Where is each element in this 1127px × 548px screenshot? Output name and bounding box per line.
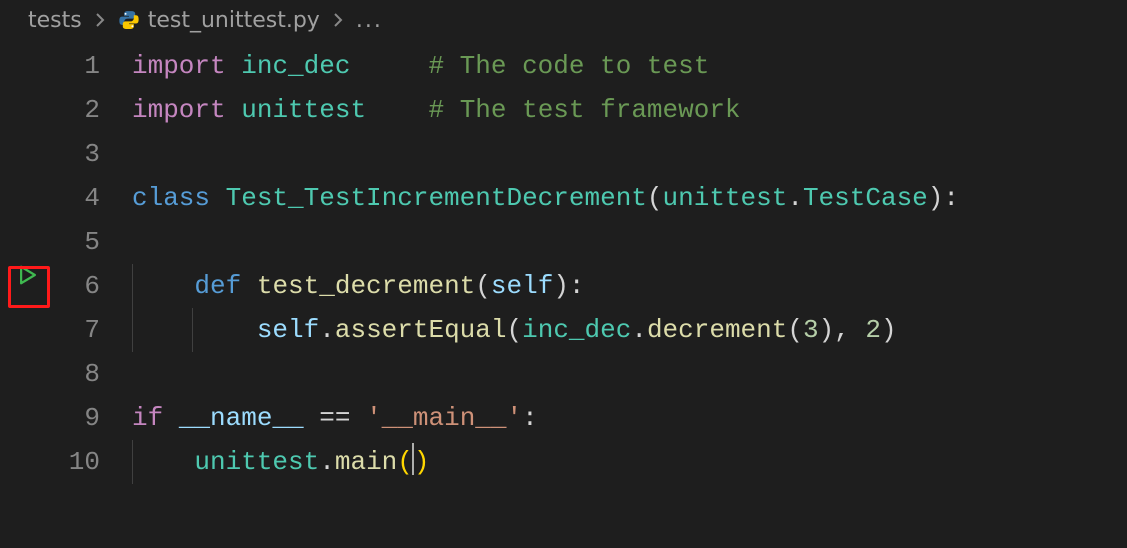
line-number: 10 bbox=[56, 440, 118, 484]
code-line[interactable]: class Test_TestIncrementDecrement(unitte… bbox=[118, 176, 1127, 220]
code-line[interactable]: def test_decrement(self): bbox=[118, 264, 1127, 308]
line-number: 9 bbox=[56, 396, 118, 440]
code-editor[interactable]: 1 import inc_dec # The code to test 2 im… bbox=[0, 40, 1127, 484]
breadcrumb: tests test_unittest.py ... bbox=[0, 0, 1127, 40]
line-number: 7 bbox=[56, 308, 118, 352]
line-number: 2 bbox=[56, 88, 118, 132]
line-number: 4 bbox=[56, 176, 118, 220]
breadcrumb-file[interactable]: test_unittest.py bbox=[118, 8, 320, 33]
code-line[interactable]: self.assertEqual(inc_dec.decrement(3), 2… bbox=[118, 308, 1127, 352]
breadcrumb-symbol[interactable]: ... bbox=[356, 8, 383, 33]
line-number: 6 bbox=[56, 264, 118, 308]
python-file-icon bbox=[118, 9, 140, 31]
code-line[interactable]: import unittest # The test framework bbox=[118, 88, 1127, 132]
line-number: 3 bbox=[56, 132, 118, 176]
chevron-right-icon bbox=[330, 12, 346, 28]
line-number: 1 bbox=[56, 44, 118, 88]
breadcrumb-file-label: test_unittest.py bbox=[148, 8, 320, 33]
line-number: 8 bbox=[56, 352, 118, 396]
run-test-icon[interactable] bbox=[17, 264, 39, 286]
code-line[interactable]: import inc_dec # The code to test bbox=[118, 44, 1127, 88]
breadcrumb-folder[interactable]: tests bbox=[28, 8, 82, 33]
code-line[interactable]: unittest.main() bbox=[118, 440, 1127, 484]
chevron-right-icon bbox=[92, 12, 108, 28]
code-line[interactable]: if __name__ == '__main__': bbox=[118, 396, 1127, 440]
line-number: 5 bbox=[56, 220, 118, 264]
